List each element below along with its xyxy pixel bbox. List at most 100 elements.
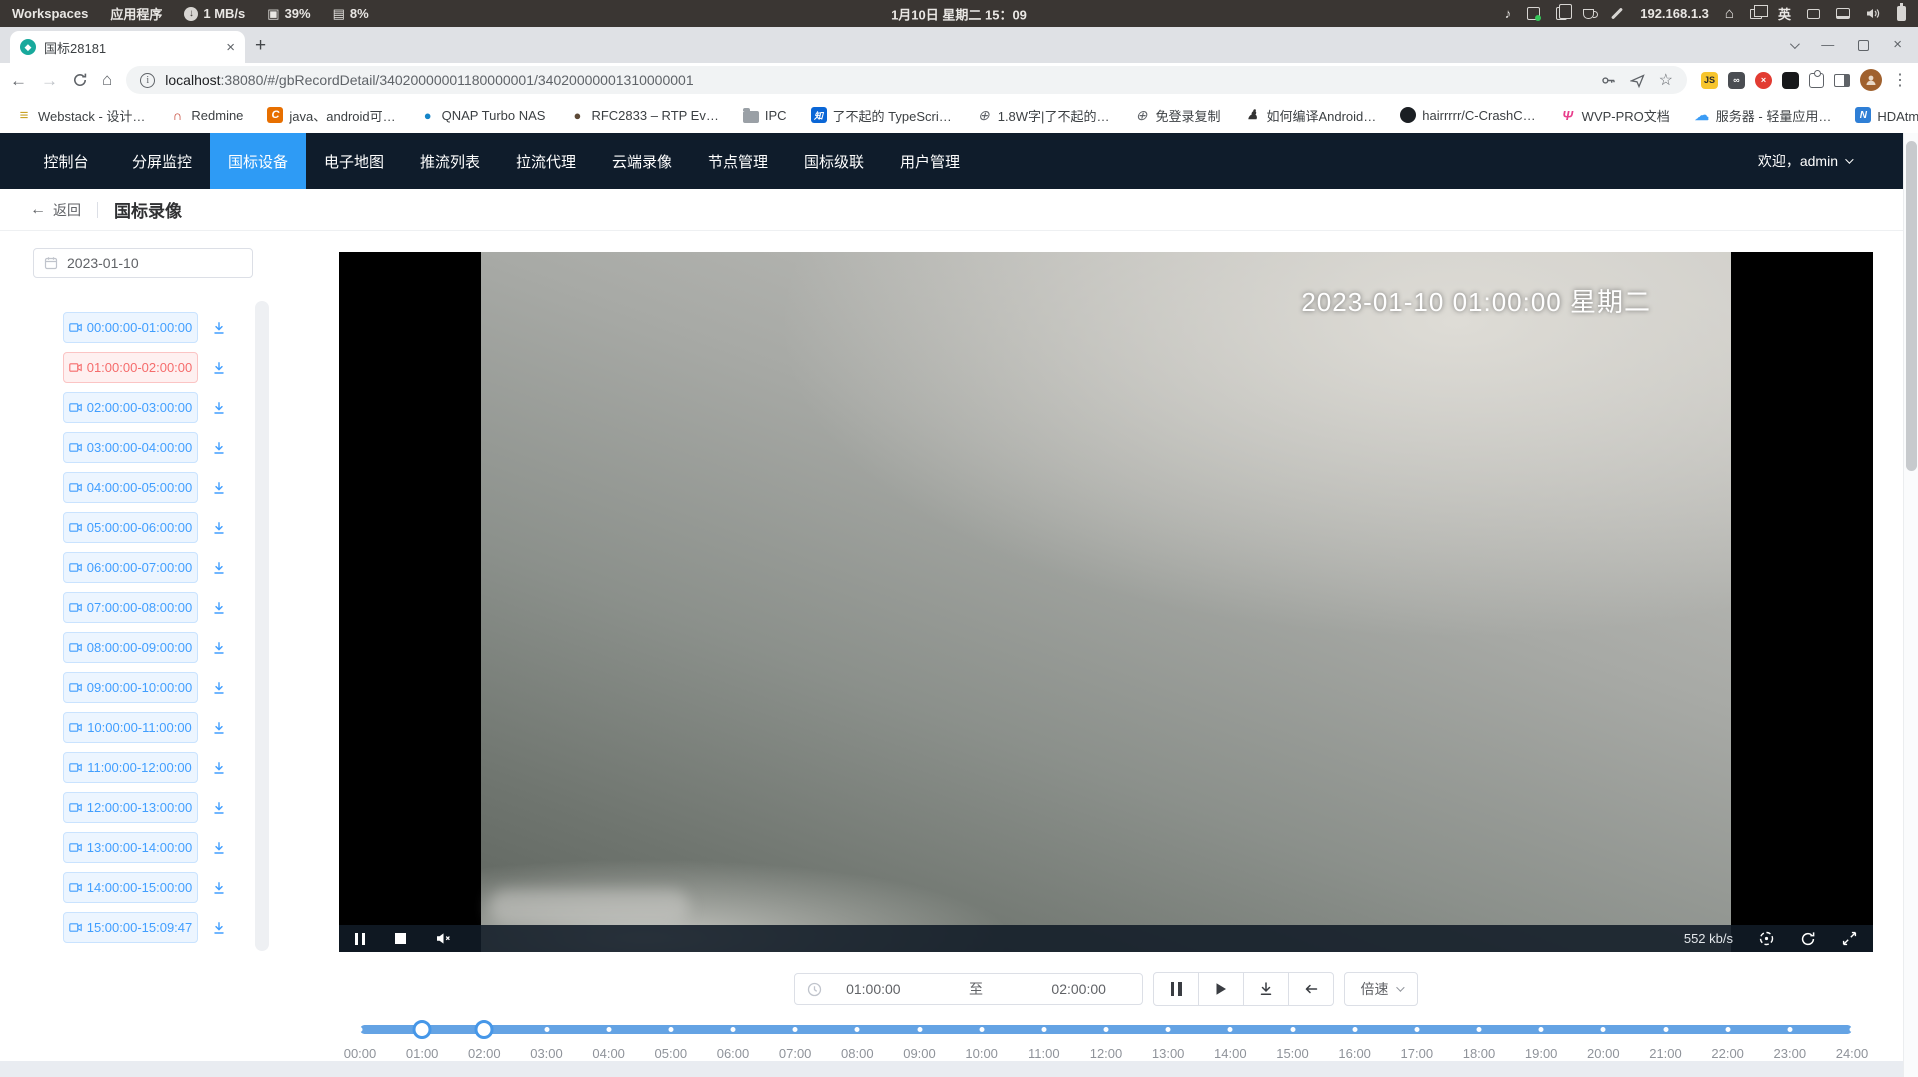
window-close-button[interactable] (1893, 36, 1902, 54)
bookmark-item[interactable]: 了不起的 TypeScri… (811, 106, 952, 125)
segment-pill[interactable]: 05:00:00-06:00:00 (63, 512, 198, 543)
nav-tab-user-manage[interactable]: 用户管理 (882, 133, 978, 189)
coffee-icon[interactable] (1583, 9, 1594, 19)
nav-tab-push-list[interactable]: 推流列表 (402, 133, 498, 189)
page-scrollbar-thumb[interactable] (1906, 141, 1917, 471)
segment-pill[interactable]: 12:00:00-13:00:00 (63, 792, 198, 823)
extension-js-icon[interactable] (1701, 72, 1718, 89)
refresh-icon[interactable] (1800, 931, 1816, 947)
workspaces-button[interactable]: Workspaces (12, 6, 88, 21)
download-segment-button[interactable] (212, 641, 226, 655)
pause-button[interactable] (1153, 972, 1199, 1006)
download-segment-button[interactable] (212, 601, 226, 615)
timeline-handle-start[interactable] (413, 1020, 432, 1039)
download-segment-button[interactable] (212, 561, 226, 575)
new-tab-button[interactable] (255, 35, 266, 57)
browser-reload-button[interactable] (72, 72, 88, 88)
video-player[interactable]: 2023-01-10 01:00:00 星期二 552 kb/s (339, 252, 1873, 952)
time-range-input[interactable]: 01:00:00 至 02:00:00 (794, 973, 1143, 1005)
download-segment-button[interactable] (212, 401, 226, 415)
share-icon[interactable] (1630, 73, 1645, 88)
window-maximize-button[interactable] (1858, 40, 1869, 51)
nav-tab-gb-cascade[interactable]: 国标级联 (786, 133, 882, 189)
segment-pill[interactable]: 08:00:00-09:00:00 (63, 632, 198, 663)
sidebar-scrollbar[interactable] (255, 301, 269, 951)
address-bar[interactable]: localhost:38080/#/gbRecordDetail/3402000… (126, 66, 1687, 94)
bookmark-item[interactable]: java、android可… (267, 106, 395, 125)
segment-pill[interactable]: 00:00:00-01:00:00 (63, 312, 198, 343)
clipboard-icon[interactable] (1556, 7, 1567, 20)
extension-infinity-icon[interactable] (1728, 72, 1745, 89)
download-segment-button[interactable] (212, 361, 226, 375)
bookmark-item[interactable]: 1.8W字|了不起的… (976, 106, 1110, 125)
segment-pill[interactable]: 09:00:00-10:00:00 (63, 672, 198, 703)
segment-pill[interactable]: 11:00:00-12:00:00 (63, 752, 198, 783)
bookmark-item[interactable]: RFC2833 – RTP Ev… (569, 107, 718, 123)
nav-tab-node-manage[interactable]: 节点管理 (690, 133, 786, 189)
timeline-handle-end[interactable] (475, 1020, 494, 1039)
nav-tab-map[interactable]: 电子地图 (306, 133, 402, 189)
site-info-icon[interactable] (140, 73, 155, 88)
window-icon[interactable] (1807, 9, 1820, 19)
download-segment-button[interactable] (212, 321, 226, 335)
clock[interactable]: 1月10日 星期二 15：09 (891, 4, 1027, 23)
snapshot-aperture-icon[interactable] (1759, 931, 1774, 946)
end-time-value[interactable]: 02:00:00 (1027, 981, 1130, 997)
download-segment-button[interactable] (212, 841, 226, 855)
download-button[interactable] (1243, 972, 1289, 1006)
window-stack-icon[interactable] (1750, 9, 1762, 19)
browser-back-button[interactable] (10, 72, 27, 89)
browser-tab[interactable]: ◆ 国标28181 (10, 31, 245, 63)
download-segment-button[interactable] (212, 481, 226, 495)
play-button[interactable] (1198, 972, 1244, 1006)
home-icon[interactable]: ⌂ (1725, 6, 1734, 21)
browser-home-button[interactable] (102, 70, 112, 90)
pen-icon[interactable] (1611, 7, 1623, 19)
segment-pill[interactable]: 14:00:00-15:00:00 (63, 872, 198, 903)
segment-pill[interactable]: 15:00:00-15:09:47 (63, 912, 198, 943)
download-segment-button[interactable] (212, 761, 226, 775)
bookmark-item[interactable]: 服务器 - 轻量应用… (1694, 106, 1832, 125)
nav-tab-console[interactable]: 控制台 (18, 133, 114, 189)
bookmark-star-icon[interactable] (1659, 70, 1673, 90)
nav-tab-cloud-record[interactable]: 云端录像 (594, 133, 690, 189)
segment-pill[interactable]: 07:00:00-08:00:00 (63, 592, 198, 623)
bookmark-item[interactable]: HDAtmos :: 种子 *… (1855, 106, 1918, 125)
bookmark-item[interactable]: WVP-PRO文档 (1560, 106, 1670, 125)
pause-icon[interactable] (355, 933, 365, 945)
segment-pill-selected[interactable]: 01:00:00-02:00:00 (63, 352, 198, 383)
segment-pill[interactable]: 02:00:00-03:00:00 (63, 392, 198, 423)
bookmark-item[interactable]: IPC (743, 108, 787, 123)
download-segment-button[interactable] (212, 801, 226, 815)
download-segment-button[interactable] (212, 721, 226, 735)
download-segment-button[interactable] (212, 921, 226, 935)
applications-button[interactable]: 应用程序 (110, 4, 162, 23)
browser-menu-icon[interactable] (1892, 70, 1908, 90)
music-note-icon[interactable]: ♪ (1505, 7, 1512, 20)
segment-pill[interactable]: 13:00:00-14:00:00 (63, 832, 198, 863)
screenshot-indicator-icon[interactable] (1527, 7, 1540, 20)
extension-dark-icon[interactable] (1782, 72, 1799, 89)
user-menu[interactable]: 欢迎，admin (1758, 133, 1851, 189)
nav-tab-split-screen[interactable]: 分屏监控 (114, 133, 210, 189)
tab-close-icon[interactable] (226, 39, 235, 56)
tab-search-icon[interactable] (1790, 39, 1800, 49)
window-minimize-button[interactable] (1821, 36, 1834, 54)
start-time-value[interactable]: 01:00:00 (822, 981, 925, 997)
back-button[interactable]: 返回 (30, 200, 81, 220)
segment-pill[interactable]: 06:00:00-07:00:00 (63, 552, 198, 583)
browser-forward-button[interactable] (41, 72, 58, 89)
nav-tab-gb-device[interactable]: 国标设备 (210, 133, 306, 189)
stop-icon[interactable] (395, 933, 406, 944)
extension-adblock-icon[interactable] (1755, 72, 1772, 89)
battery-icon[interactable] (1897, 6, 1906, 21)
fullscreen-icon[interactable] (1842, 931, 1857, 946)
download-segment-button[interactable] (212, 881, 226, 895)
bookmark-item[interactable]: hairrrrr/C-CrashC… (1400, 107, 1535, 123)
bookmark-item[interactable]: Redmine (169, 107, 243, 123)
display-icon[interactable] (1836, 8, 1850, 19)
download-segment-button[interactable] (212, 521, 226, 535)
side-panel-icon[interactable] (1834, 74, 1850, 87)
download-segment-button[interactable] (212, 441, 226, 455)
speed-dropdown[interactable]: 倍速 (1344, 972, 1418, 1006)
